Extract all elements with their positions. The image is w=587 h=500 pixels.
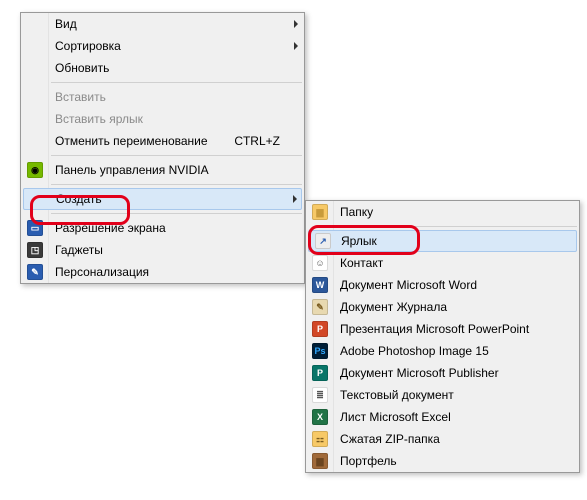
submenu-item-photoshop[interactable]: Ps Adobe Photoshop Image 15 (306, 340, 579, 362)
menu-item-screen-resolution[interactable]: ▭ Разрешение экрана (21, 217, 304, 239)
shortcut-text: CTRL+Z (234, 130, 280, 152)
menu-item-new[interactable]: Создать (23, 188, 302, 210)
label: Персонализация (55, 265, 149, 279)
label: Вставить ярлык (55, 112, 143, 126)
submenu-item-briefcase[interactable]: ▆ Портфель (306, 450, 579, 472)
briefcase-icon: ▆ (312, 453, 328, 469)
separator (336, 226, 577, 227)
menu-item-view[interactable]: Вид (21, 13, 304, 35)
separator (51, 82, 302, 83)
submenu-item-powerpoint[interactable]: P Презентация Microsoft PowerPoint (306, 318, 579, 340)
journal-icon: ✎ (312, 299, 328, 315)
gadget-icon: ◳ (27, 242, 43, 258)
nvidia-icon: ◉ (27, 162, 43, 178)
powerpoint-icon: P (312, 321, 328, 337)
shortcut-icon: ↗ (315, 233, 331, 249)
submenu-item-excel[interactable]: X Лист Microsoft Excel (306, 406, 579, 428)
submenu-item-folder[interactable]: ▆ Папку (306, 201, 579, 223)
submenu-item-zip[interactable]: ⚏ Сжатая ZIP-папка (306, 428, 579, 450)
submenu-item-publisher[interactable]: P Документ Microsoft Publisher (306, 362, 579, 384)
menu-item-gadgets[interactable]: ◳ Гаджеты (21, 239, 304, 261)
label: Сортировка (55, 39, 121, 53)
photoshop-icon: Ps (312, 343, 328, 359)
separator (51, 184, 302, 185)
label: Документ Microsoft Word (340, 278, 477, 292)
contact-icon: ☺ (312, 255, 328, 271)
submenu-item-shortcut[interactable]: ↗ Ярлык (308, 230, 577, 252)
label: Гаджеты (55, 243, 103, 257)
submenu-item-text[interactable]: ≣ Текстовый документ (306, 384, 579, 406)
submenu-item-contact[interactable]: ☺ Контакт (306, 252, 579, 274)
menu-item-sort[interactable]: Сортировка (21, 35, 304, 57)
excel-icon: X (312, 409, 328, 425)
label: Документ Microsoft Publisher (340, 366, 499, 380)
word-icon: W (312, 277, 328, 293)
menu-item-personalize[interactable]: ✎ Персонализация (21, 261, 304, 283)
label: Текстовый документ (340, 388, 454, 402)
context-menu-main: Вид Сортировка Обновить Вставить Вставит… (20, 12, 305, 284)
context-menu-new: ▆ Папку ↗ Ярлык ☺ Контакт W Документ Mic… (305, 200, 580, 473)
personalize-icon: ✎ (27, 264, 43, 280)
menu-item-paste-shortcut: Вставить ярлык (21, 108, 304, 130)
menu-item-nvidia[interactable]: ◉ Панель управления NVIDIA (21, 159, 304, 181)
label: Сжатая ZIP-папка (340, 432, 440, 446)
label: Лист Microsoft Excel (340, 410, 451, 424)
label: Контакт (340, 256, 383, 270)
submenu-item-word[interactable]: W Документ Microsoft Word (306, 274, 579, 296)
label: Adobe Photoshop Image 15 (340, 344, 489, 358)
label: Отменить переименование (55, 134, 208, 148)
display-icon: ▭ (27, 220, 43, 236)
submenu-arrow-icon (294, 42, 298, 50)
menu-item-refresh[interactable]: Обновить (21, 57, 304, 79)
text-icon: ≣ (312, 387, 328, 403)
label: Разрешение экрана (55, 221, 166, 235)
zip-icon: ⚏ (312, 431, 328, 447)
submenu-arrow-icon (293, 195, 297, 203)
label: Вставить (55, 90, 106, 104)
separator (51, 213, 302, 214)
menu-item-paste: Вставить (21, 86, 304, 108)
label: Ярлык (341, 234, 377, 248)
label: Вид (55, 17, 77, 31)
label: Папку (340, 205, 373, 219)
menu-item-undo-rename[interactable]: Отменить переименование CTRL+Z (21, 130, 304, 152)
label: Обновить (55, 61, 109, 75)
label: Презентация Microsoft PowerPoint (340, 322, 529, 336)
publisher-icon: P (312, 365, 328, 381)
label: Создать (56, 192, 102, 206)
label: Портфель (340, 454, 397, 468)
submenu-item-journal[interactable]: ✎ Документ Журнала (306, 296, 579, 318)
label: Документ Журнала (340, 300, 447, 314)
folder-icon: ▆ (312, 204, 328, 220)
separator (51, 155, 302, 156)
label: Панель управления NVIDIA (55, 163, 209, 177)
submenu-arrow-icon (294, 20, 298, 28)
